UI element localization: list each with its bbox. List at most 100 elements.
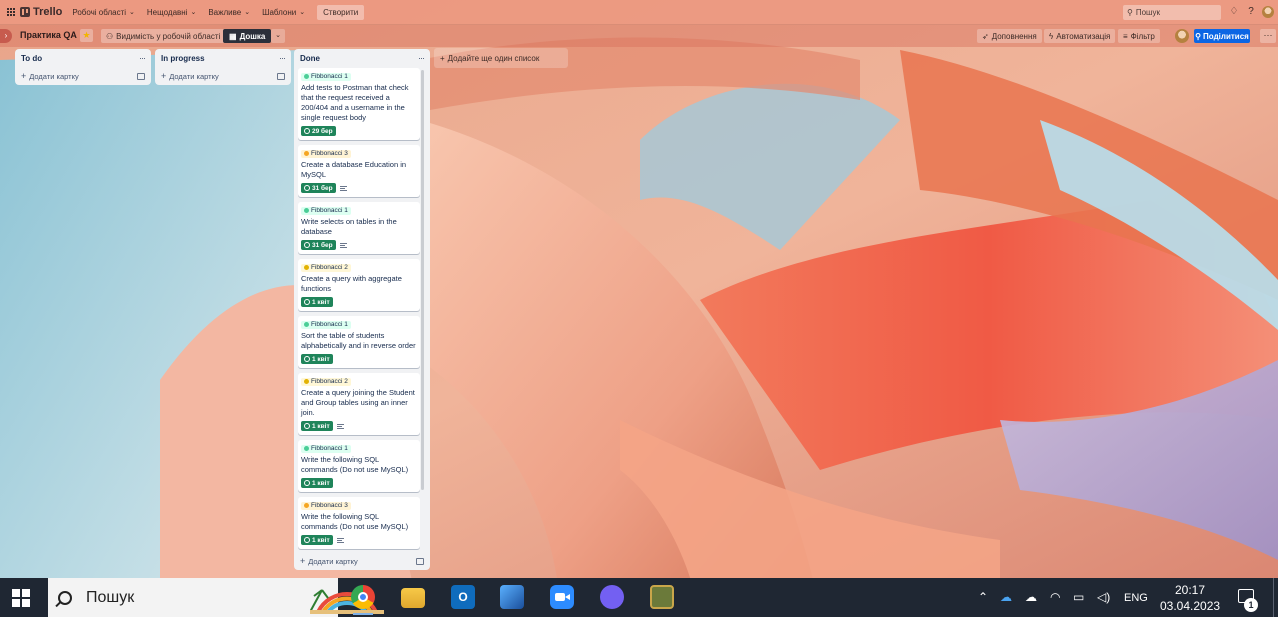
clock-icon <box>304 423 310 429</box>
taskbar-search-input[interactable]: Пошук <box>48 578 384 617</box>
due-date-text: 1 квіт <box>312 355 330 363</box>
plus-icon: + <box>161 71 167 81</box>
card-template-icon[interactable] <box>277 72 285 80</box>
card-template-icon[interactable] <box>137 72 145 80</box>
due-date-badge[interactable]: 31 бер <box>301 240 336 250</box>
remote-desktop-taskbar-icon[interactable] <box>500 585 524 609</box>
list-title[interactable]: Done <box>300 54 320 63</box>
powerups-label: Доповнення <box>991 31 1037 41</box>
user-avatar[interactable] <box>1262 6 1274 18</box>
card[interactable]: Fibbonacci 1 Write selects on tables in t… <box>298 202 420 254</box>
visibility-button[interactable]: ⚇ Видимість у робочій області <box>101 29 226 43</box>
card[interactable]: Fibbonacci 1 Sort the table of students a… <box>298 316 420 368</box>
board-title[interactable]: Практика QA <box>20 30 77 40</box>
clock-icon <box>304 128 310 134</box>
chrome-taskbar-icon[interactable] <box>351 585 375 615</box>
taskbar-clock[interactable]: 20:17 03.04.2023 <box>1160 582 1220 614</box>
card-label[interactable]: Fibbonacci 1 <box>301 320 351 329</box>
card[interactable]: Fibbonacci 1 Write the following SQL comm… <box>298 440 420 492</box>
card-label[interactable]: Fibbonacci 1 <box>301 206 351 215</box>
card-title: Write the following SQL commands (Do not… <box>301 455 409 474</box>
member-avatar[interactable] <box>1175 29 1189 43</box>
notifications-bell-icon[interactable]: ♢ <box>1228 6 1240 18</box>
onedrive-icon[interactable]: ☁ <box>1000 590 1012 604</box>
list-title[interactable]: To do <box>21 54 42 63</box>
more-icon[interactable]: ··· <box>1260 29 1276 43</box>
windows-start-icon[interactable] <box>12 589 30 607</box>
lightning-icon: ϟ <box>1049 31 1054 41</box>
viber-taskbar-icon[interactable] <box>600 585 624 609</box>
card-label[interactable]: Fibbonacci 3 <box>301 149 351 158</box>
nav-workspaces[interactable]: Робочі області ⌄ <box>72 8 135 17</box>
automation-button[interactable]: ϟ Автоматизація <box>1044 29 1116 43</box>
list-scrollbar[interactable] <box>421 70 424 490</box>
terminal-taskbar-icon[interactable] <box>650 585 674 609</box>
logo-text: Trello <box>33 6 63 18</box>
clock-time: 20:17 <box>1174 583 1206 597</box>
card-template-icon[interactable] <box>416 557 424 565</box>
due-date-badge[interactable]: 29 бер <box>301 126 336 136</box>
trello-mark-icon <box>20 7 30 17</box>
add-card-button[interactable]: + Додати картку <box>155 67 291 85</box>
share-button[interactable]: ⚲ Поділитися <box>1194 29 1250 43</box>
trello-logo[interactable]: Trello <box>20 6 62 18</box>
card[interactable]: Fibbonacci 2 Create a query with aggregat… <box>298 259 420 311</box>
add-card-label: Додати картку <box>308 557 358 566</box>
add-card-button[interactable]: + Додати картку <box>294 552 430 570</box>
language-indicator[interactable]: ENG <box>1124 592 1148 604</box>
due-date-badge[interactable]: 1 квіт <box>301 478 333 488</box>
card-label-text: Fibbonacci 1 <box>311 73 348 80</box>
zoom-taskbar-icon[interactable] <box>550 585 574 609</box>
list-menu-icon[interactable]: ··· <box>139 53 146 63</box>
card[interactable]: Fibbonacci 1 Add tests to Postman that ch… <box>298 68 420 140</box>
due-date-badge[interactable]: 31 бер <box>301 183 336 193</box>
list-menu-icon[interactable]: ··· <box>418 53 425 63</box>
top-nav: Trello Робочі області ⌄ Нещодавні ⌄ Важл… <box>0 0 1278 25</box>
filter-button[interactable]: ≡ Фільтр <box>1118 29 1160 43</box>
due-date-badge[interactable]: 1 квіт <box>301 421 333 431</box>
search-input[interactable]: ⚲ Пошук <box>1123 5 1221 20</box>
list-menu-icon[interactable]: ··· <box>279 53 286 63</box>
due-date-text: 1 квіт <box>312 422 330 430</box>
file-explorer-taskbar-icon[interactable] <box>401 588 425 608</box>
add-list-button[interactable]: + Додайте ще один список <box>434 48 568 68</box>
board-view-button[interactable]: ▦ Дошка <box>223 29 272 43</box>
list-title[interactable]: In progress <box>161 54 205 63</box>
battery-icon[interactable]: ▭ <box>1073 590 1084 604</box>
visibility-label: Видимість у робочій області <box>116 31 221 41</box>
nav-starred[interactable]: Важливе ⌄ <box>208 8 250 17</box>
card-label[interactable]: Fibbonacci 1 <box>301 72 351 81</box>
chevron-down-icon[interactable]: ⌄ <box>271 29 285 43</box>
expand-sidebar-icon[interactable]: › <box>0 29 12 43</box>
wifi-icon[interactable]: ◠ <box>1050 590 1060 604</box>
show-hidden-icons-icon[interactable]: ⌃ <box>978 590 988 604</box>
due-date-badge[interactable]: 1 квіт <box>301 354 333 364</box>
apps-grid-icon[interactable] <box>2 0 20 25</box>
cloud-icon[interactable]: ☁ <box>1025 590 1037 604</box>
powerups-button[interactable]: ➶ Доповнення <box>977 29 1042 43</box>
description-icon <box>336 423 344 429</box>
show-desktop-button[interactable] <box>1273 578 1274 617</box>
clock-icon <box>304 185 310 191</box>
nav-templates[interactable]: Шаблони ⌄ <box>262 8 305 17</box>
card[interactable]: Fibbonacci 3 Create a database Education … <box>298 145 420 197</box>
card-label[interactable]: Fibbonacci 1 <box>301 444 351 453</box>
card-label[interactable]: Fibbonacci 2 <box>301 263 351 272</box>
add-card-button[interactable]: + Додати картку <box>15 67 151 85</box>
card-title: Create a query joining the Student and G… <box>301 388 415 417</box>
card-label[interactable]: Fibbonacci 2 <box>301 377 351 386</box>
card[interactable]: Fibbonacci 2 Create a query joining the S… <box>298 373 420 435</box>
card-badges: 1 квіт <box>301 297 416 307</box>
due-date-badge[interactable]: 1 квіт <box>301 297 333 307</box>
label-dot-icon <box>304 151 309 156</box>
due-date-badge[interactable]: 1 квіт <box>301 535 333 545</box>
help-icon[interactable]: ? <box>1245 6 1257 18</box>
outlook-taskbar-icon[interactable]: O <box>451 585 475 609</box>
card-list: Fibbonacci 1 Add tests to Postman that ch… <box>298 68 420 552</box>
volume-icon[interactable]: ◁) <box>1097 590 1110 604</box>
create-button[interactable]: Створити <box>317 4 365 20</box>
star-icon[interactable]: ★ <box>80 29 93 42</box>
card-label[interactable]: Fibbonacci 3 <box>301 501 351 510</box>
nav-recent[interactable]: Нещодавні ⌄ <box>147 8 196 17</box>
card[interactable]: Fibbonacci 3 Write the following SQL comm… <box>298 497 420 549</box>
